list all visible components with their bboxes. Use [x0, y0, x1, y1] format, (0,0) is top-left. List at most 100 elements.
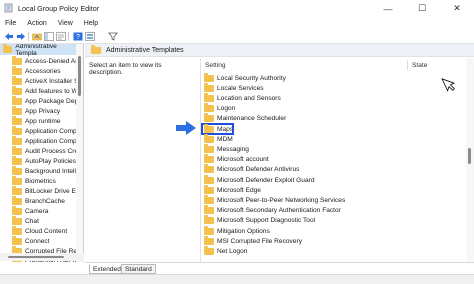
- tree-item[interactable]: Connect: [0, 235, 50, 246]
- tree-item[interactable]: Access-Denied Au: [0, 55, 79, 66]
- folder-icon: [12, 65, 22, 75]
- tree-item[interactable]: App Privacy: [0, 105, 61, 116]
- settings-scroll-thumb[interactable]: [468, 148, 471, 164]
- maximize-button[interactable]: ☐: [405, 0, 439, 17]
- folder-icon: [204, 143, 214, 153]
- settings-row[interactable]: Microsoft Secondary Authentication Facto…: [201, 205, 461, 216]
- tree-item-label: BranchCache: [25, 197, 65, 205]
- folder-icon: [12, 135, 22, 145]
- minimize-button[interactable]: —: [371, 0, 405, 17]
- folder-icon: [12, 105, 22, 115]
- maximize-icon: ☐: [417, 3, 427, 13]
- tree-item[interactable]: Chat: [0, 215, 39, 226]
- folder-icon: [12, 95, 22, 105]
- folder-icon: [12, 155, 22, 165]
- tree-item[interactable]: App Package Depl: [0, 95, 80, 106]
- tree-item-label: Add features to W: [25, 87, 78, 95]
- tree-item-label: Audit Process Crea: [25, 147, 82, 155]
- folder-icon: [12, 235, 22, 245]
- tree-item-label: Biometrics: [25, 177, 56, 185]
- settings-row[interactable]: Location and Sensors: [201, 92, 461, 103]
- title-bar: Local Group Policy Editor — ☐ ✕: [0, 0, 474, 17]
- tree-item[interactable]: Application Comp: [0, 135, 77, 146]
- column-divider[interactable]: [407, 60, 408, 70]
- tree-item[interactable]: App runtime: [0, 115, 61, 126]
- tree-item[interactable]: Cloud Content: [0, 225, 67, 236]
- export-list-icon: [55, 32, 66, 41]
- back-button[interactable]: [3, 31, 14, 42]
- settings-row-label: Mitigation Options: [217, 227, 270, 235]
- settings-row[interactable]: Messaging: [201, 143, 461, 154]
- tree-item[interactable]: Accessories: [0, 65, 61, 76]
- tree-item[interactable]: Add features to W: [0, 85, 78, 96]
- folder-icon: [12, 185, 22, 195]
- column-header-setting[interactable]: Setting: [205, 59, 405, 71]
- help-button[interactable]: ?: [72, 31, 83, 42]
- up-one-level-button[interactable]: [31, 31, 42, 42]
- close-button[interactable]: ✕: [440, 0, 474, 17]
- tree-item-label: Background Intell: [25, 167, 76, 175]
- tree-horizontal-scrollbar[interactable]: [0, 253, 84, 261]
- tree-scroll-thumb[interactable]: [78, 56, 81, 96]
- settings-row[interactable]: Mitigation Options: [201, 225, 461, 236]
- settings-row[interactable]: MDM: [201, 133, 461, 144]
- forward-button[interactable]: [15, 31, 26, 42]
- tree-item[interactable]: Audit Process Crea: [0, 145, 82, 156]
- tree-item-label: BitLocker Drive En: [25, 187, 80, 195]
- menu-view[interactable]: View: [58, 20, 73, 27]
- tree-hscroll-thumb[interactable]: [8, 256, 64, 258]
- settings-row-label: Locale Services: [217, 84, 264, 92]
- settings-row[interactable]: Logon: [201, 103, 461, 114]
- tree-item[interactable]: BitLocker Drive En: [0, 185, 80, 196]
- menu-help[interactable]: Help: [84, 20, 98, 27]
- view-tabs: Extended Standard: [85, 262, 474, 274]
- gpedit-app-icon: [4, 3, 13, 13]
- folder-icon: [204, 72, 214, 82]
- tab-standard[interactable]: Standard: [121, 264, 156, 274]
- tree-item[interactable]: Application Comp: [0, 125, 77, 136]
- show-hide-tree-button[interactable]: [43, 31, 54, 42]
- settings-row-label: Local Security Authority: [217, 74, 286, 82]
- folder-icon: [204, 123, 214, 133]
- tree-item[interactable]: BranchCache: [0, 195, 65, 206]
- menu-action[interactable]: Action: [27, 20, 46, 27]
- settings-row[interactable]: Microsoft Edge: [201, 184, 461, 195]
- toolbar-separator: [68, 32, 69, 41]
- gpedit-window: Local Group Policy Editor — ☐ ✕ File Act…: [0, 0, 474, 284]
- settings-row[interactable]: Locale Services: [201, 82, 461, 93]
- settings-row-label: Microsoft Edge: [217, 186, 261, 194]
- settings-row[interactable]: Microsoft account: [201, 154, 461, 165]
- tree-item[interactable]: Background Intell: [0, 165, 76, 176]
- properties-button[interactable]: [84, 31, 95, 42]
- tree-scrollbar[interactable]: [76, 44, 83, 262]
- folder-icon: [91, 44, 101, 54]
- description-text: Select an item to view its description.: [89, 62, 162, 76]
- svg-text:?: ?: [76, 34, 80, 41]
- tree-item[interactable]: Camera: [0, 205, 48, 216]
- settings-row[interactable]: Local Security Authority: [201, 72, 461, 83]
- tree-item[interactable]: AutoPlay Policies: [0, 155, 76, 166]
- column-header-state[interactable]: State: [412, 59, 462, 71]
- settings-scrollbar[interactable]: [466, 58, 474, 262]
- settings-row-label: Logon: [217, 105, 236, 113]
- settings-row[interactable]: MSI Corrupted File Recovery: [201, 235, 461, 246]
- settings-row[interactable]: Maps: [201, 123, 461, 135]
- settings-row[interactable]: Microsoft Support Diagnostic Tool: [201, 215, 461, 226]
- settings-row-label: MDM: [217, 135, 233, 143]
- export-list-button[interactable]: [55, 31, 66, 42]
- settings-row[interactable]: Net Logon: [201, 245, 461, 256]
- tab-extended[interactable]: Extended: [89, 264, 125, 274]
- settings-row-label: Microsoft Defender Antivirus: [217, 166, 300, 174]
- settings-row[interactable]: Maintenance Scheduler: [201, 113, 461, 124]
- menu-file[interactable]: File: [5, 20, 16, 27]
- tree-item-label: App Privacy: [25, 107, 61, 115]
- tree-selected-node[interactable]: Administrative Templa: [0, 44, 76, 57]
- settings-row[interactable]: Microsoft Defender Antivirus: [201, 164, 461, 175]
- settings-row[interactable]: Microsoft Peer-to-Peer Networking Servic…: [201, 194, 461, 205]
- settings-row[interactable]: Microsoft Defender Exploit Guard: [201, 174, 461, 185]
- tree-item[interactable]: ActiveX Installer S: [0, 75, 79, 86]
- tree-item[interactable]: Biometrics: [0, 175, 56, 186]
- settings-row-label: Microsoft account: [217, 156, 269, 164]
- close-icon: ✕: [453, 3, 461, 13]
- filter-button[interactable]: [107, 31, 118, 42]
